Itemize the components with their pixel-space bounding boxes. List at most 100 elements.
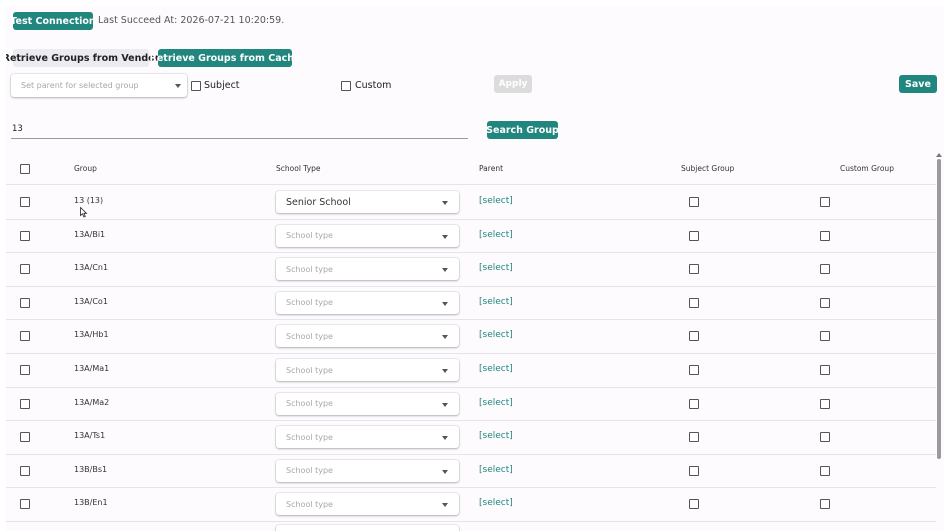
row-select-checkbox[interactable] <box>20 365 30 375</box>
school-type-value: School type <box>286 298 333 308</box>
subject-filter-checkbox[interactable] <box>191 81 201 91</box>
parent-select-link[interactable]: [select] <box>479 465 513 475</box>
custom-filter-checkbox[interactable] <box>341 81 351 91</box>
test-connection-button[interactable]: Test Connection <box>10 12 96 30</box>
column-header-school-type: School Type <box>276 164 321 173</box>
school-type-value: School type <box>286 466 333 476</box>
subject-group-checkbox[interactable] <box>689 465 699 476</box>
chevron-down-icon <box>442 201 448 205</box>
mouse-cursor-icon <box>80 207 88 218</box>
school-type-select[interactable]: School type <box>276 224 459 247</box>
custom-group-checkbox[interactable] <box>820 432 830 443</box>
custom-group-checkbox[interactable] <box>820 264 830 275</box>
chevron-down-icon <box>442 301 448 306</box>
group-name: 13 (13) <box>74 196 104 205</box>
subject-group-checkbox[interactable] <box>689 365 699 375</box>
school-type-select[interactable]: School type <box>276 493 459 516</box>
school-type-select[interactable]: School type <box>276 291 459 314</box>
group-name: 13A/Co1 <box>74 296 108 306</box>
school-type-select[interactable]: School type <box>276 258 459 281</box>
table-row: 13A/Cn1 School type [select] <box>6 252 936 287</box>
group-name: 13A/Bi1 <box>74 229 106 239</box>
table-row: 13A/Bi1 School type [select] <box>6 219 936 254</box>
column-header-parent: Parent <box>479 164 504 173</box>
row-select-checkbox[interactable] <box>20 398 30 409</box>
group-name: 13A/Ts1 <box>74 431 106 441</box>
school-type-value: School type <box>286 499 333 509</box>
row-select-checkbox[interactable] <box>20 230 30 241</box>
chevron-down-icon <box>442 335 448 340</box>
chevron-down-icon <box>442 369 448 373</box>
custom-group-checkbox[interactable] <box>820 465 830 476</box>
custom-group-checkbox[interactable] <box>820 398 830 409</box>
chevron-down-icon <box>442 469 448 474</box>
custom-group-checkbox[interactable] <box>820 197 830 207</box>
school-type-select[interactable]: Senior School <box>276 191 459 213</box>
subject-group-checkbox[interactable] <box>689 398 699 409</box>
row-select-checkbox[interactable] <box>20 432 30 443</box>
custom-group-checkbox[interactable] <box>820 331 830 342</box>
parent-select-link[interactable]: [select] <box>479 431 513 441</box>
school-type-select[interactable]: School type <box>276 359 459 381</box>
row-select-checkbox[interactable] <box>20 331 30 342</box>
parent-select-link[interactable]: [select] <box>479 230 513 240</box>
select-all-checkbox[interactable] <box>20 164 30 174</box>
school-type-select[interactable]: School type <box>276 426 459 449</box>
table-row: 13B/En1 School type [select] <box>6 487 936 522</box>
subject-group-checkbox[interactable] <box>689 297 699 308</box>
row-select-checkbox[interactable] <box>20 465 30 476</box>
row-select-checkbox[interactable] <box>20 197 30 207</box>
subject-group-checkbox[interactable] <box>689 197 699 207</box>
school-type-select[interactable]: School type <box>276 392 459 415</box>
school-type-value: School type <box>286 432 333 442</box>
parent-select-link[interactable]: [select] <box>479 498 513 508</box>
parent-select-link[interactable]: [select] <box>479 398 513 408</box>
last-succeed-text: Last Succeed At: 2026-07-21 10:20:59. <box>98 15 285 26</box>
scroll-up-arrow-icon[interactable] <box>936 153 942 157</box>
parent-select-link[interactable]: [select] <box>479 364 513 374</box>
table-row: 13 (13) Senior School [select] <box>6 185 936 220</box>
row-select-checkbox[interactable] <box>20 499 30 510</box>
parent-select-link[interactable]: [select] <box>479 263 513 273</box>
custom-group-checkbox[interactable] <box>820 230 830 241</box>
subject-group-checkbox[interactable] <box>689 499 699 510</box>
search-input[interactable]: 13 <box>11 123 468 139</box>
school-type-select[interactable]: School type <box>276 459 459 482</box>
chevron-down-icon <box>175 84 181 88</box>
custom-group-checkbox[interactable] <box>820 499 830 510</box>
custom-group-checkbox[interactable] <box>820 365 830 375</box>
school-type-value: School type <box>286 365 333 375</box>
chevron-down-icon <box>442 402 448 407</box>
parent-select-link[interactable]: [select] <box>479 196 513 206</box>
school-type-select[interactable] <box>276 525 459 531</box>
search-group-button[interactable]: Search Group <box>486 121 559 139</box>
school-type-value: School type <box>286 399 333 409</box>
column-header-group: Group <box>74 164 97 173</box>
subject-group-checkbox[interactable] <box>689 264 699 275</box>
retrieve-from-vendor-button[interactable]: Retrieve Groups from Vendor <box>6 49 159 67</box>
group-name: 13A/Hb1 <box>74 330 109 340</box>
school-type-value: School type <box>286 331 333 341</box>
group-name: 13A/Cn1 <box>74 263 109 273</box>
parent-select-link[interactable]: [select] <box>479 297 513 307</box>
custom-group-checkbox[interactable] <box>820 297 830 308</box>
apply-button[interactable]: Apply <box>494 75 532 93</box>
save-button[interactable]: Save <box>899 75 937 93</box>
subject-group-checkbox[interactable] <box>689 331 699 342</box>
row-select-checkbox[interactable] <box>20 264 30 275</box>
retrieve-from-cache-button[interactable]: Retrieve Groups from Cache <box>150 49 300 67</box>
table-row: 13A/Ts1 School type [select] <box>6 420 936 455</box>
subject-group-checkbox[interactable] <box>689 432 699 443</box>
parent-select-placeholder: Set parent for selected group <box>21 81 139 90</box>
school-type-value: School type <box>286 264 333 274</box>
parent-select[interactable]: Set parent for selected group <box>11 74 187 97</box>
parent-select-link[interactable]: [select] <box>479 330 513 340</box>
table-row: 13A/Ma1 School type [select] <box>6 353 936 388</box>
chevron-down-icon <box>442 234 448 239</box>
chevron-down-icon <box>442 503 448 508</box>
group-name: 13A/Ma1 <box>74 364 110 373</box>
row-select-checkbox[interactable] <box>20 297 30 308</box>
scrollbar-thumb[interactable] <box>937 159 941 459</box>
subject-group-checkbox[interactable] <box>689 230 699 241</box>
school-type-select[interactable]: School type <box>276 325 459 348</box>
